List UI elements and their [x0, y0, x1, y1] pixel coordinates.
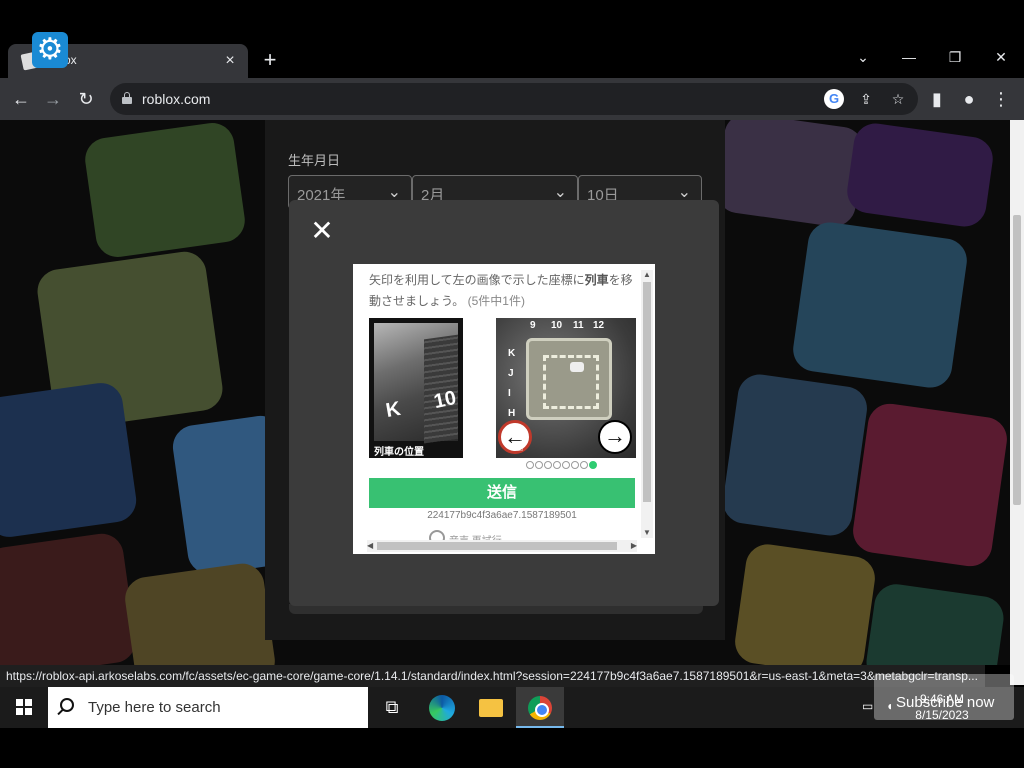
close-icon[interactable]: ✕ — [309, 217, 335, 245]
submit-button[interactable]: 送信 — [369, 478, 635, 508]
row-label: J — [508, 368, 514, 379]
session-id: 224177b9c4f3a6ae7.1587189501 — [427, 510, 577, 521]
reference-letter: K — [384, 397, 403, 423]
edge-icon — [429, 695, 455, 722]
windows-logo-icon — [16, 699, 32, 715]
screen: ox × ⚙ + ⌄ — ❐ ✕ ← → ↻ roblox.com G ⇪ ☆ … — [0, 0, 1024, 768]
scroll-up-icon[interactable]: ▲ — [643, 270, 651, 280]
reference-caption: 列車の位置 — [374, 447, 424, 458]
captcha-vertical-scrollbar[interactable]: ▲ ▼ — [641, 270, 653, 538]
restore-button[interactable]: ❐ — [940, 44, 970, 70]
start-button[interactable] — [0, 687, 48, 728]
arrow-right-button[interactable]: → — [598, 420, 632, 454]
new-tab-button[interactable]: + — [258, 48, 282, 72]
browser-toolbar: ← → ↻ roblox.com G ⇪ ☆ ▮ ● ⋮ — [0, 78, 1024, 120]
column-label: 12 — [593, 320, 605, 331]
menu-kebab-icon[interactable]: ⋮ — [988, 86, 1014, 112]
pagination-dot — [580, 461, 588, 469]
chevron-down-icon: ⌄ — [553, 184, 567, 201]
scroll-left-icon[interactable]: ◀ — [367, 541, 373, 551]
forward-icon[interactable]: → — [40, 86, 66, 112]
reference-photo: K 10 — [374, 323, 459, 444]
tab-close-icon[interactable]: × — [220, 51, 240, 71]
row-label: H — [508, 408, 516, 419]
side-panel-icon[interactable]: ▮ — [924, 86, 950, 112]
column-label: 11 — [573, 320, 584, 331]
scrollbar-thumb[interactable] — [1013, 215, 1021, 505]
scrollbar-thumb[interactable] — [643, 282, 651, 502]
address-bar[interactable]: roblox.com G ⇪ ☆ — [110, 83, 918, 115]
pagination-dot — [535, 461, 543, 469]
search-icon — [60, 698, 74, 712]
captcha-frame: 矢印を利用して左の画像で示した座標に列車を移動させましょう。 (5件中1件) K… — [353, 264, 655, 554]
train-icon — [570, 362, 584, 372]
train-puzzle: 9 10 11 12 K J I H ← → ☝ — [496, 318, 636, 458]
lock-icon[interactable] — [122, 92, 132, 104]
reload-icon[interactable]: ↻ — [73, 86, 99, 112]
pagination-dot — [571, 461, 579, 469]
task-view-icon[interactable]: ⧉ — [368, 687, 416, 728]
column-label: 10 — [551, 320, 563, 331]
page-content: 生年月日 2021年 ⌄ 2月 ⌄ 10日 ⌄ ✕ 矢印を利用して左の画像で示し… — [0, 120, 1010, 665]
minimize-button[interactable]: — — [894, 44, 924, 70]
row-label: I — [508, 388, 511, 399]
chrome-icon — [528, 696, 552, 721]
pagination-dot — [589, 461, 597, 469]
network-icon[interactable]: ▭ — [862, 699, 873, 713]
reference-number: 10 — [431, 386, 459, 414]
chevron-down-icon: ⌄ — [677, 184, 691, 201]
taskbar-search[interactable]: Type here to search — [48, 687, 368, 728]
scrollbar-thumb[interactable] — [377, 542, 617, 550]
pagination-dot — [562, 461, 570, 469]
edge-taskbar-button[interactable] — [418, 687, 466, 728]
train-track — [526, 338, 612, 420]
birthday-label: 生年月日 — [288, 153, 341, 168]
pagination-dots — [526, 461, 598, 471]
folder-icon — [479, 699, 503, 718]
pagination-dot — [526, 461, 534, 469]
file-explorer-taskbar-button[interactable] — [467, 687, 515, 728]
chevron-down-icon: ⌄ — [387, 184, 401, 201]
url-text[interactable]: roblox.com — [142, 91, 210, 107]
page-scrollbar[interactable] — [1010, 120, 1024, 685]
bookmark-star-icon[interactable]: ☆ — [888, 89, 908, 109]
gear-icon: ⚙ — [32, 32, 68, 68]
column-label: 9 — [530, 320, 536, 331]
google-lens-icon[interactable]: G — [824, 89, 844, 109]
captcha-progress: (5件中1件) — [467, 294, 525, 308]
hand-cursor-icon: ☝ — [514, 438, 524, 455]
share-icon[interactable]: ⇪ — [856, 89, 876, 109]
instruction-target: 列車 — [584, 273, 609, 287]
row-label: K — [508, 348, 516, 359]
tab-strip: ox × ⚙ + ⌄ — ❐ ✕ — [0, 0, 1024, 78]
scroll-right-icon[interactable]: ▶ — [631, 541, 637, 551]
subscribe-text: Subscribe now — [896, 694, 995, 711]
search-placeholder: Type here to search — [88, 699, 221, 716]
back-icon[interactable]: ← — [8, 86, 34, 112]
tab-search-icon[interactable]: ⌄ — [848, 44, 878, 70]
pagination-dot — [544, 461, 552, 469]
captcha-horizontal-scrollbar[interactable]: ◀ ▶ — [367, 540, 637, 552]
status-bar-url: https://roblox-api.arkoselabs.com/fc/ass… — [0, 665, 985, 687]
scroll-down-icon[interactable]: ▼ — [643, 528, 651, 538]
captcha-instruction: 矢印を利用して左の画像で示した座標に列車を移動させましょう。 (5件中1件) — [369, 270, 641, 312]
windows-taskbar: Type here to search ⧉ ▭ ◖ 9:46 AM 8/15/2… — [0, 687, 1024, 728]
reference-image: K 10 列車の位置 — [369, 318, 463, 458]
instruction-text: 矢印を利用して左の画像で示した座標に — [369, 273, 585, 287]
captcha-modal: ✕ 矢印を利用して左の画像で示した座標に列車を移動させましょう。 (5件中1件)… — [289, 200, 719, 606]
subscribe-watermark: Subscribe now — [874, 674, 1014, 720]
profile-avatar-icon[interactable]: ● — [956, 86, 982, 112]
chrome-taskbar-button[interactable] — [516, 687, 564, 728]
close-window-button[interactable]: ✕ — [986, 44, 1016, 70]
letterbox-bar — [0, 728, 1024, 768]
pagination-dot — [553, 461, 561, 469]
